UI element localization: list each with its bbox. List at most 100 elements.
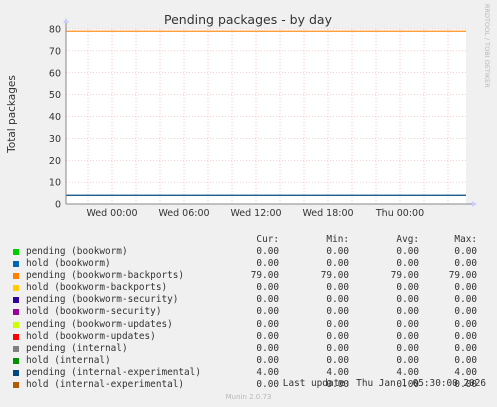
legend-header-min: Min: <box>326 234 349 245</box>
legend-max-value: 0.00 <box>454 282 477 294</box>
x-tick-labels: Wed 00:00 Wed 06:00 Wed 12:00 Wed 18:00 Thu … <box>86 208 424 219</box>
legend-label: hold (bookworm-updates) <box>26 330 156 342</box>
legend-item: pending (bookworm) 0.00 0.00 0.00 0.00 <box>10 246 490 258</box>
legend-label: hold (internal) <box>26 354 111 366</box>
legend-avg-value: 0.00 <box>396 246 419 257</box>
legend-avg-value: 0.00 <box>396 306 419 318</box>
legend-swatch <box>13 357 19 364</box>
x-tick-label: Wed 00:00 <box>86 208 137 219</box>
legend-avg-value: 0.00 <box>396 294 419 306</box>
legend-cur-value: 0.00 <box>256 294 279 306</box>
legend-max-value: 0.00 <box>454 246 477 257</box>
legend-label: pending (bookworm-updates) <box>26 318 173 330</box>
legend-label: hold (internal-experimental) <box>26 379 185 391</box>
x-tick-label: Wed 12:00 <box>230 208 281 219</box>
legend-max-value: 0.00 <box>454 354 477 366</box>
legend-avg-value: 0.00 <box>396 330 419 342</box>
legend-min-value: 0.00 <box>326 282 349 294</box>
legend-max-value: 0.00 <box>454 294 477 306</box>
legend-swatch <box>13 249 19 255</box>
legend-label: pending (bookworm-security) <box>26 294 179 306</box>
legend-cur-value: 0.00 <box>256 330 279 342</box>
legend-header-avg: Avg: <box>396 234 419 245</box>
y-axis-label: Total packages <box>6 75 18 154</box>
x-tick-label: Thu 00:00 <box>375 208 424 219</box>
legend-min-value: 79.00 <box>320 270 349 282</box>
legend-item: hold (bookworm-updates) 0.00 0.00 0.00 0.00 <box>10 331 490 343</box>
legend-label: pending (internal) <box>26 342 128 354</box>
legend-swatch <box>13 261 19 268</box>
y-tick-label: 60 <box>49 68 61 79</box>
legend-item: hold (bookworm-backports) 0.00 0.00 0.00 0.0… <box>10 282 490 294</box>
legend-swatch <box>13 382 19 389</box>
legend-avg-value: 79.00 <box>390 270 419 282</box>
legend-label: hold (bookworm) <box>26 258 111 270</box>
legend-min-value: 0.00 <box>326 330 349 342</box>
legend-swatch <box>13 273 19 280</box>
legend-avg-value: 0.00 <box>396 282 419 294</box>
legend-label: pending (bookworm-backports) <box>26 270 185 282</box>
legend-label: hold (bookworm-backports) <box>26 282 168 294</box>
legend-item: hold (internal) 0.00 0.00 0.00 0.00 <box>10 355 490 367</box>
legend-cur-value: 0.00 <box>256 282 279 294</box>
legend-header-max: Max: <box>454 234 477 245</box>
legend-header: Cur: Min: Avg: Max: <box>10 234 490 246</box>
legend-header-cur: Cur: <box>256 234 279 245</box>
legend-cur-value: 0.00 <box>256 306 279 318</box>
legend-swatch <box>13 321 19 328</box>
legend-label: hold (bookworm-security) <box>26 306 162 318</box>
legend-cur-value: 0.00 <box>256 354 279 366</box>
y-axis-arrow-icon <box>63 18 69 23</box>
legend-cur-value: 0.00 <box>256 258 279 270</box>
legend-swatch <box>13 345 19 352</box>
legend-min-value: 0.00 <box>326 342 349 354</box>
legend-max-value: 0.00 <box>454 342 477 354</box>
legend-max-value: 0.00 <box>454 258 477 270</box>
legend-cur-value: 0.00 <box>256 342 279 354</box>
legend-swatch <box>13 333 19 340</box>
legend-avg-value: 0.00 <box>396 318 419 330</box>
legend: Cur: Min: Avg: Max: pending (bookworm) 0.… <box>10 234 490 391</box>
y-tick-labels: 0 10 20 30 40 50 60 70 80 <box>49 25 61 211</box>
y-tick-label: 20 <box>49 156 61 167</box>
legend-item: pending (bookworm-security) 0.00 0.00 0.00 0… <box>10 294 490 306</box>
legend-cur-value: 0.00 <box>256 318 279 330</box>
legend-min-value: 0.00 <box>326 258 349 270</box>
legend-min-value: 0.00 <box>326 246 349 257</box>
legend-cur-value: 79.00 <box>250 270 279 282</box>
legend-min-value: 0.00 <box>326 354 349 366</box>
legend-max-value: 79.00 <box>448 270 477 282</box>
x-tick-label: Wed 18:00 <box>302 208 353 219</box>
legend-cur-value: 0.00 <box>256 246 279 257</box>
legend-label: pending (bookworm) <box>26 246 128 257</box>
legend-item: pending (bookworm-backports) 79.00 79.00 79… <box>10 270 490 282</box>
last-update: Last update: Thu Jan 1 05:30:00 2026 <box>282 378 486 389</box>
y-tick-label: 0 <box>55 200 61 211</box>
legend-label: pending (internal-experimental) <box>26 366 201 378</box>
y-tick-label: 30 <box>49 134 61 145</box>
legend-avg-value: 0.00 <box>396 342 419 354</box>
chart-title: Pending packages - by day <box>164 12 333 27</box>
side-label: RRDTOOL / TOBI OETIKER <box>483 4 491 88</box>
y-tick-label: 80 <box>49 25 61 36</box>
legend-item: hold (bookworm) 0.00 0.00 0.00 0.00 <box>10 258 490 270</box>
footer-version: Munin 2.0.73 <box>225 393 272 401</box>
legend-item: hold (bookworm-security) 0.00 0.00 0.00 0.00 <box>10 306 490 318</box>
legend-item: pending (internal) 0.00 0.00 0.00 0.00 <box>10 343 490 355</box>
legend-swatch <box>13 309 19 316</box>
legend-swatch <box>13 285 19 292</box>
legend-swatch <box>13 297 19 304</box>
legend-max-value: 0.00 <box>454 330 477 342</box>
legend-min-value: 0.00 <box>326 306 349 318</box>
legend-item: pending (bookworm-updates) 0.00 0.00 0.00 0.… <box>10 319 490 331</box>
legend-min-value: 0.00 <box>326 318 349 330</box>
legend-rows: pending (bookworm) 0.00 0.00 0.00 0.00 hold (… <box>10 246 490 391</box>
y-tick-label: 40 <box>49 112 61 123</box>
legend-swatch <box>13 369 19 376</box>
legend-avg-value: 0.00 <box>396 354 419 366</box>
x-tick-label: Wed 06:00 <box>158 208 209 219</box>
y-tick-label: 70 <box>49 46 61 57</box>
legend-avg-value: 0.00 <box>396 258 419 270</box>
legend-max-value: 0.00 <box>454 318 477 330</box>
legend-min-value: 0.00 <box>326 294 349 306</box>
